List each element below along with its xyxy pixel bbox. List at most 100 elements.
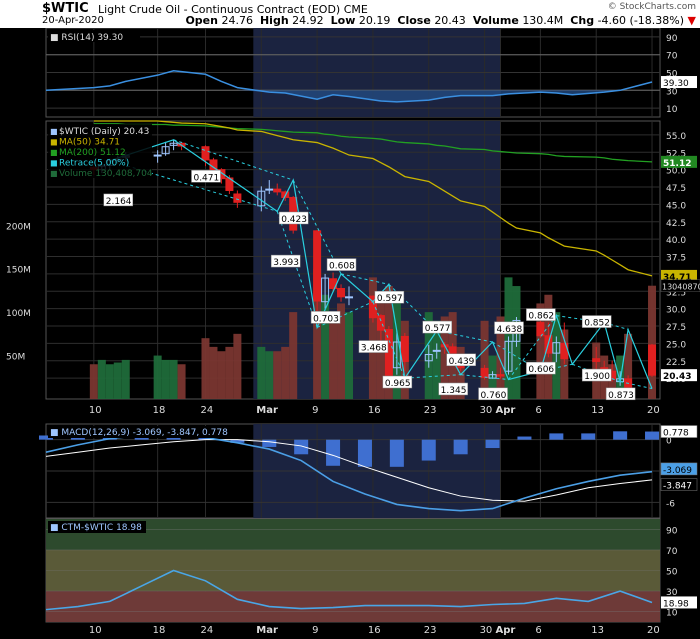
volume-bar	[209, 346, 218, 399]
ctm-tick-label: 50	[666, 568, 678, 578]
close-value: 20.43	[434, 14, 466, 27]
ma200-tag: 51.12	[663, 159, 691, 169]
down-arrow-icon: ▼	[687, 14, 696, 27]
x-tick-label: 13	[591, 405, 604, 416]
volume-bar	[121, 359, 130, 399]
chg-value: -4.60 (-18.38%)	[597, 14, 685, 27]
retrace-label: 0.606	[528, 365, 554, 375]
ctm-legend: ■ CTM-$WTIC 18.98	[50, 523, 142, 533]
candle-body	[265, 188, 274, 191]
candle-body	[400, 335, 409, 362]
price-tick-label: 25.0	[666, 340, 686, 350]
retrace-label: 0.608	[329, 262, 355, 272]
volume-bar	[97, 359, 106, 399]
volume-bar	[105, 364, 114, 399]
retrace-label: 4.638	[496, 325, 522, 335]
volume-bar	[345, 312, 354, 399]
x-tick-label: 10	[89, 405, 102, 416]
candle-body	[345, 296, 354, 299]
x-tick-label: 23	[424, 405, 437, 416]
retrace-label: 0.597	[377, 294, 403, 304]
macd-tag: -3.847	[663, 482, 692, 492]
rsi-legend: ■ RSI(14) 39.30	[50, 33, 123, 43]
macd-histogram-bar	[645, 431, 660, 440]
x-tick-label: Apr	[496, 405, 516, 416]
macd-histogram-bar	[357, 439, 372, 467]
macd-tag: -3.069	[663, 466, 692, 476]
retrace-label: 2.164	[106, 197, 132, 207]
price-tick-label: 27.5	[666, 323, 686, 333]
close-label: Close	[397, 14, 431, 27]
price-tick-label: 37.5	[666, 254, 686, 264]
price-legend-entry: Retrace(5.00%)	[59, 159, 129, 169]
retrace-label: 3.468	[361, 344, 387, 354]
retrace-label: 0.471	[193, 173, 219, 183]
retrace-label: 0.423	[281, 215, 307, 225]
x-tick-label-bottom: 30	[480, 625, 493, 636]
price-tick-label: 45.0	[666, 201, 686, 211]
price-legend-entry: Volume 130,408,704	[59, 169, 153, 179]
legend-swatch: ■	[50, 138, 58, 147]
volume-tick-label: 50M	[6, 353, 25, 363]
retrace-label: 0.439	[449, 357, 475, 367]
volume-bar	[217, 351, 226, 399]
chart-header: $WTIC Light Crude Oil - Continuous Contr…	[0, 0, 700, 28]
candle-body	[480, 367, 489, 378]
volume-bar	[233, 333, 242, 399]
macd-histogram-bar	[421, 439, 436, 461]
last-close-tag: 20.43	[663, 372, 691, 382]
candle-body	[313, 230, 322, 302]
volume-tick-label: 200M	[6, 222, 31, 232]
volume-bar	[169, 359, 178, 399]
volume-bar	[89, 364, 98, 399]
x-tick-label-bottom: 18	[153, 625, 166, 636]
x-tick-label: 20	[647, 405, 660, 416]
x-tick-label: 6	[535, 405, 541, 416]
x-tick-label-bottom: 20	[647, 625, 660, 636]
candle-body	[153, 154, 162, 157]
quote-date: 20-Apr-2020	[42, 15, 104, 26]
price-tick-label: 47.5	[666, 184, 686, 194]
x-tick-label-bottom: Apr	[496, 625, 516, 636]
macd-histogram-bar	[517, 436, 532, 440]
ctm-last-label: 18.98	[663, 599, 689, 609]
x-tick-label: 9	[312, 405, 318, 416]
candle-body	[432, 349, 441, 352]
retrace-label: 0.965	[385, 379, 411, 389]
open-label: Open	[185, 14, 218, 27]
volume-bar	[257, 346, 266, 399]
candle-body	[273, 188, 282, 193]
macd-legend: ■ MACD(12,26,9) -3.069, -3.847, 0.778	[50, 428, 228, 438]
low-label: Low	[330, 14, 356, 27]
retrace-label: 1.345	[441, 386, 467, 396]
macd-histogram-bar	[485, 439, 500, 449]
volume-tag: 130408704	[662, 283, 700, 292]
x-tick-label-bottom: Mar	[256, 625, 278, 636]
x-tick-label: 24	[200, 405, 213, 416]
volume-bar	[281, 346, 290, 399]
rsi-last-label: 39.30	[663, 79, 689, 89]
price-tick-label: 40.0	[666, 236, 686, 246]
x-tick-label-bottom: 16	[368, 625, 381, 636]
symbol-title: $WTIC	[42, 1, 89, 16]
macd-histogram-bar	[326, 439, 341, 466]
candle-body	[536, 322, 545, 337]
macd-histogram-bar	[389, 439, 404, 467]
rsi-tick-label: 90	[666, 34, 678, 44]
legend-swatch: ■	[50, 127, 58, 136]
x-tick-label-bottom: 23	[424, 625, 437, 636]
retrace-label: 0.760	[481, 391, 507, 401]
x-tick-label: 30	[480, 405, 493, 416]
candle-body	[648, 344, 657, 376]
price-tick-label: 22.5	[666, 358, 686, 368]
rsi-tick-label: 70	[666, 52, 678, 62]
retrace-label: 3.993	[273, 258, 299, 268]
chart-root: $WTIC Light Crude Oil - Continuous Contr…	[0, 0, 700, 639]
candle-body	[376, 315, 385, 331]
high-value: 24.92	[292, 14, 324, 27]
price-tick-label: 30.0	[666, 306, 686, 316]
retrace-label: 0.703	[313, 314, 339, 324]
retrace-label: 0.852	[584, 319, 610, 329]
x-tick-label-bottom: 10	[89, 625, 102, 636]
price-legend-entry: MA(50) 34.71	[59, 138, 120, 148]
